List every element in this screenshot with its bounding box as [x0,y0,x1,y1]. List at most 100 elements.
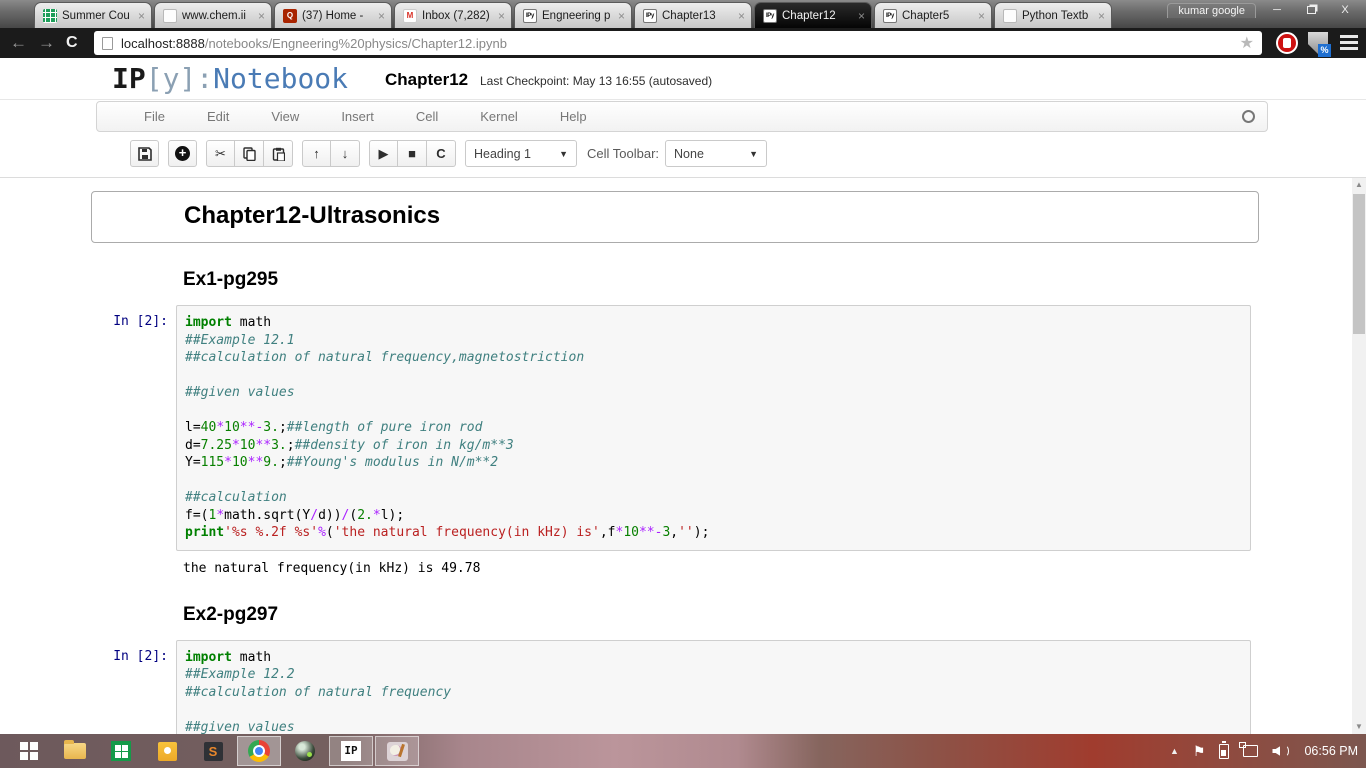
tab-close-icon[interactable]: × [1098,9,1105,23]
tab-label: Engneering p [542,10,615,22]
volume-icon[interactable] [1272,745,1288,757]
forward-icon[interactable]: → [38,28,55,58]
browser-tab-inbox-7-282-[interactable]: MInbox (7,282)× [394,2,512,28]
menu-edit[interactable]: Edit [186,109,250,124]
minimize-button[interactable]: ─ [1260,0,1294,20]
browser-tab-summer-cou[interactable]: Summer Cou× [34,2,152,28]
logo-ip: IP [112,62,146,95]
taskbar-item-paint[interactable] [375,736,419,766]
browser-tab--37-home-[interactable]: Q(37) Home -× [274,2,392,28]
folder-icon [64,743,86,759]
battery-icon[interactable] [1219,744,1229,759]
adblock-extension-icon[interactable] [1276,32,1298,54]
menu-view[interactable]: View [250,109,320,124]
paste-icon [272,147,285,161]
save-icon [138,147,152,161]
menu-cell[interactable]: Cell [395,109,459,124]
menu-help[interactable]: Help [539,109,608,124]
show-hidden-icons-icon[interactable]: ▲ [1170,746,1179,756]
move-cell-down-button[interactable]: ↓ [331,140,360,167]
cell-output-text: the natural frequency(in kHz) is 49.78 [183,561,1259,576]
code-input-area[interactable]: import math##Example 12.2##calculation o… [176,640,1251,735]
browser-tab-engneering-p[interactable]: IPyEngneering p× [514,2,632,28]
tab-close-icon[interactable]: × [378,9,385,23]
cell-toolbar-select[interactable]: None ▼ [665,140,767,167]
restart-kernel-button[interactable]: C [427,140,456,167]
tab-close-icon[interactable]: × [138,9,145,23]
browser-tab-chapter12[interactable]: IPyChapter12× [754,2,872,28]
code-line: d=7.25*10**3.;##density of iron in kg/m*… [185,437,1242,455]
browser-tab-chapter5[interactable]: IPyChapter5× [874,2,992,28]
maximize-button[interactable] [1294,0,1328,20]
sheets-favicon-icon [43,9,57,23]
taskbar-clock[interactable]: 06:56 PM [1304,744,1358,758]
code-cell: In [2]:import math##Example 12.1##calcul… [91,305,1259,551]
cell-list: Chapter12-Ultrasonics Ex1-pg295 In [2]:imp… [91,191,1259,734]
tab-close-icon[interactable]: × [258,9,265,23]
tab-close-icon[interactable]: × [498,9,505,23]
reload-icon[interactable]: C [66,28,78,58]
cell-type-select[interactable]: Heading 1 ▼ [465,140,577,167]
scroll-down-icon[interactable]: ▼ [1352,720,1366,734]
code-line [185,472,1242,490]
doc-favicon-icon [163,9,177,23]
taskbar-item-explorer[interactable] [53,736,97,766]
taskbar-item-ipython[interactable]: IP [329,736,373,766]
browser-tab-www-chem-ii[interactable]: www.chem.ii× [154,2,272,28]
taskbar: S IP ▲ ⚑ 06:56 PM [0,734,1366,768]
cell-type-value: Heading 1 [474,147,531,161]
ipython-logo[interactable]: IP[y]:Notebook [112,62,348,95]
copy-cell-button[interactable] [235,140,264,167]
selected-heading-cell[interactable]: Chapter12-Ultrasonics [91,191,1259,243]
bookmark-star-icon[interactable]: ★ [1240,33,1254,53]
scrollbar-thumb[interactable] [1353,194,1365,334]
move-cell-up-button[interactable]: ↑ [302,140,331,167]
start-button[interactable] [7,736,51,766]
insert-cell-button[interactable]: + [168,140,197,167]
taskbar-item-chrome[interactable] [237,736,281,766]
tab-close-icon[interactable]: × [618,9,625,23]
scroll-up-icon[interactable]: ▲ [1352,178,1366,192]
browser-tab-python-textb[interactable]: Python Textb× [994,2,1112,28]
taskbar-item-store[interactable] [99,736,143,766]
taskbar-item-sublime[interactable]: S [191,736,235,766]
stop-icon: ■ [408,146,416,161]
tab-close-icon[interactable]: × [858,9,865,23]
menu-insert[interactable]: Insert [320,109,395,124]
code-input-area[interactable]: import math##Example 12.1##calculation o… [176,305,1251,551]
tab-label: Chapter5 [902,10,975,22]
tab-close-icon[interactable]: × [978,9,985,23]
taskbar-item-sphere-app[interactable] [283,736,327,766]
browser-menu-icon[interactable] [1340,35,1358,51]
action-center-flag-icon[interactable]: ⚑ [1193,743,1206,760]
close-button[interactable]: X [1328,0,1362,20]
taskbar-item-sticky-notes[interactable] [145,736,189,766]
code-line: ##calculation of natural frequency,magne… [185,349,1242,367]
code-line: import math [185,649,1242,667]
heading2-cell[interactable]: Ex2-pg297 [183,604,1259,626]
notebook-header: IP[y]:Notebook Chapter12 Last Checkpoint… [0,58,1366,100]
browser-tab-bar: Summer Cou×www.chem.ii×Q(37) Home -×MInb… [0,0,1366,28]
url-input[interactable]: localhost:8888/notebooks/Engneering%20ph… [94,31,1262,55]
window-controls: ─ X [1260,0,1362,20]
back-icon[interactable]: ← [10,28,27,58]
notebook-title[interactable]: Chapter12 [385,70,468,90]
ipython-icon: IP [341,741,361,761]
menu-bar: FileEditViewInsertCellKernelHelp [96,101,1268,132]
tab-label: www.chem.ii [182,10,255,22]
code-line: import math [185,314,1242,332]
scrollbar[interactable]: ▲ ▼ [1352,178,1366,734]
save-button[interactable] [130,140,159,167]
menu-file[interactable]: File [123,109,186,124]
menu-kernel[interactable]: Kernel [459,109,539,124]
heading2-cell[interactable]: Ex1-pg295 [183,269,1259,291]
cut-cell-button[interactable]: ✂ [206,140,235,167]
run-cell-button[interactable]: ▶ [369,140,398,167]
interrupt-kernel-button[interactable]: ■ [398,140,427,167]
tab-close-icon[interactable]: × [738,9,745,23]
network-icon[interactable] [1243,745,1258,757]
profile-name-plate[interactable]: kumar google [1167,3,1256,18]
paste-cell-button[interactable] [264,140,293,167]
windows-logo-icon [20,742,38,760]
browser-tab-chapter13[interactable]: IPyChapter13× [634,2,752,28]
